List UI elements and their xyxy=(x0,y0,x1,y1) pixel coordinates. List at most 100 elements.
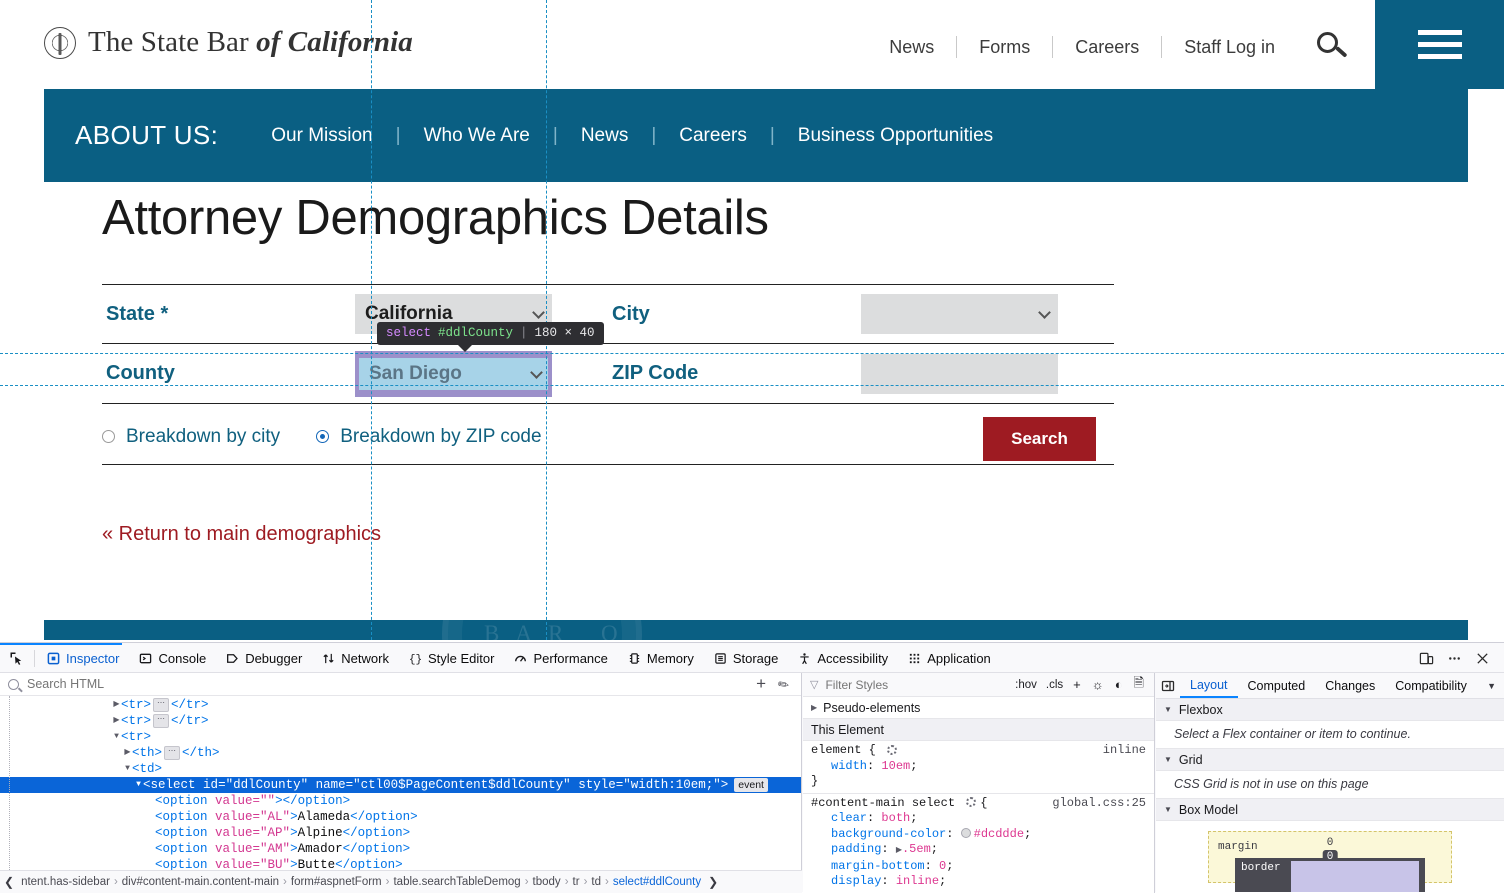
breadcrumb-item[interactable]: ntent.has-sidebar xyxy=(18,876,113,888)
section-nav-who-we-are[interactable]: Who We Are xyxy=(401,125,553,147)
collapse-twisty-expanded-icon[interactable]: ▼ xyxy=(1164,805,1172,814)
attr-value-name[interactable]: "ctl00$PageContent$ddlCounty" xyxy=(353,777,571,793)
tab-changes[interactable]: Changes xyxy=(1315,673,1385,698)
tree-row-tr[interactable]: ▶ <tr> ⋯ </tr> xyxy=(0,713,801,729)
rule-selector[interactable]: #content-main select xyxy=(811,796,955,810)
attr-name-name[interactable]: name xyxy=(316,777,346,793)
tab-network[interactable]: Network xyxy=(312,645,399,672)
contrast-icon[interactable]: ◐ xyxy=(1112,677,1126,692)
tab-performance[interactable]: Performance xyxy=(504,645,617,672)
pseudo-class-hov-button[interactable]: :hov xyxy=(1013,679,1039,691)
expand-twisty-collapsed-icon[interactable]: ▶ xyxy=(811,703,817,712)
declaration-value[interactable]: both xyxy=(881,811,910,825)
rule-gear-icon[interactable] xyxy=(966,797,976,807)
tab-layout[interactable]: Layout xyxy=(1180,673,1238,698)
util-nav-news[interactable]: News xyxy=(867,37,956,58)
plus-icon[interactable]: + xyxy=(1070,677,1084,692)
attr-name-style[interactable]: style xyxy=(578,777,616,793)
pseudo-elements-section-header[interactable]: ▶ Pseudo-elements xyxy=(803,697,1154,719)
hamburger-menu-icon[interactable] xyxy=(1375,0,1504,89)
search-icon[interactable] xyxy=(1315,30,1349,64)
markup-tree[interactable]: ▶ <tr> ⋯ </tr> ▶ <tr> ⋯ </tr> ▼ <tr> ▶ <… xyxy=(0,696,801,892)
chevron-down-icon[interactable]: ▼ xyxy=(1479,681,1504,691)
zip-select[interactable] xyxy=(861,354,1058,394)
filter-styles-input[interactable] xyxy=(823,677,1008,693)
search-button[interactable]: Search xyxy=(983,417,1096,461)
breadcrumb-item[interactable]: tr xyxy=(570,876,583,888)
declaration-property[interactable]: margin-bottom xyxy=(811,859,925,875)
tab-console[interactable]: Console xyxy=(129,645,216,672)
tab-debugger[interactable]: Debugger xyxy=(216,645,312,672)
class-panel-button[interactable]: .cls xyxy=(1044,679,1065,691)
plus-icon[interactable]: + xyxy=(750,674,772,694)
county-select[interactable]: San Diego xyxy=(355,351,552,397)
tab-storage[interactable]: Storage xyxy=(704,645,789,672)
responsive-design-mode-icon[interactable] xyxy=(1413,646,1439,672)
breadcrumb-scroll-left-icon[interactable]: ❮ xyxy=(0,875,18,889)
box-model-section-header[interactable]: ▼ Box Model xyxy=(1156,799,1504,821)
declaration-value[interactable]: .5em xyxy=(902,842,931,856)
page-icon[interactable]: 🗎 xyxy=(1131,674,1147,696)
tab-accessibility[interactable]: Accessibility xyxy=(788,645,898,672)
grid-section-header[interactable]: ▼ Grid xyxy=(1156,749,1504,771)
tree-row-td-expanded[interactable]: ▼ <td> xyxy=(0,761,801,777)
collapsed-children-icon[interactable]: ⋯ xyxy=(153,698,169,712)
element-picker-icon[interactable] xyxy=(0,645,32,672)
section-nav-careers[interactable]: Careers xyxy=(656,125,770,147)
util-nav-forms[interactable]: Forms xyxy=(957,37,1052,58)
declaration-property[interactable]: width xyxy=(811,759,867,775)
meatball-menu-icon[interactable] xyxy=(1441,646,1467,672)
rule-origin[interactable]: global.css:25 xyxy=(1052,796,1146,812)
declaration-value[interactable]: 10em xyxy=(881,759,910,773)
tree-row-selected-select[interactable]: ▼ <select id="ddlCounty" name="ctl00$Pag… xyxy=(0,777,801,793)
collapse-twisty-expanded-icon[interactable]: ▼ xyxy=(134,777,143,793)
breadcrumb-item[interactable]: form#aspnetForm xyxy=(288,876,385,888)
tree-row-option[interactable]: <option value="AP">Alpine</option> xyxy=(0,825,801,841)
tab-computed[interactable]: Computed xyxy=(1238,673,1316,698)
color-swatch[interactable] xyxy=(961,828,971,838)
tab-inspector[interactable]: Inspector xyxy=(37,645,129,672)
expand-twisty-collapsed-icon[interactable]: ▶ xyxy=(112,697,121,713)
toggle-sidebar-icon[interactable] xyxy=(1156,673,1180,698)
tree-row-th[interactable]: ▶ <th> ⋯ </th> xyxy=(0,745,801,761)
site-brand-logo[interactable]: The State Bar of California xyxy=(44,26,413,59)
attr-value-id[interactable]: "ddlCounty" xyxy=(226,777,309,793)
declaration-value[interactable]: #dcddde xyxy=(974,827,1024,841)
declaration-property[interactable]: padding xyxy=(811,842,881,858)
declaration-value[interactable]: inline xyxy=(896,874,939,888)
declaration-property[interactable]: display xyxy=(811,874,881,890)
event-badge[interactable]: event xyxy=(734,778,768,792)
breadcrumb-scroll-right-icon[interactable]: ❯ xyxy=(704,875,722,889)
sun-icon[interactable]: ☼ xyxy=(1089,677,1107,692)
breadcrumb-item[interactable]: td xyxy=(588,876,604,888)
tree-row-option[interactable]: <option value=""></option> xyxy=(0,793,801,809)
attr-name-id[interactable]: id xyxy=(203,777,218,793)
close-devtools-icon[interactable] xyxy=(1469,646,1495,672)
tab-application[interactable]: Application xyxy=(898,645,1001,672)
collapse-twisty-expanded-icon[interactable]: ▼ xyxy=(1164,755,1172,764)
breadcrumb-item[interactable]: table.searchTableDemog xyxy=(390,876,523,888)
attr-value-style[interactable]: "width:10em;" xyxy=(623,777,721,793)
util-nav-careers[interactable]: Careers xyxy=(1053,37,1161,58)
tree-row-option[interactable]: <option value="AM">Amador</option> xyxy=(0,841,801,857)
breadcrumb-item[interactable]: div#content-main.content-main xyxy=(119,876,282,888)
declaration-property[interactable]: background-color xyxy=(811,827,946,843)
rule-origin[interactable]: inline xyxy=(1103,743,1146,759)
collapse-twisty-expanded-icon[interactable]: ▼ xyxy=(112,729,121,745)
collapse-twisty-expanded-icon[interactable]: ▼ xyxy=(1164,705,1172,714)
collapsed-children-icon[interactable]: ⋯ xyxy=(164,746,180,760)
return-to-main-demographics-link[interactable]: « Return to main demographics xyxy=(102,523,381,546)
radio-breakdown-by-city[interactable]: Breakdown by city xyxy=(102,426,280,448)
breadcrumb-item[interactable]: tbody xyxy=(530,876,564,888)
tab-compatibility[interactable]: Compatibility xyxy=(1385,673,1477,698)
collapse-twisty-expanded-icon[interactable]: ▼ xyxy=(123,761,132,777)
util-nav-staff-login[interactable]: Staff Log in xyxy=(1162,37,1297,58)
tab-style-editor[interactable]: {} Style Editor xyxy=(399,645,504,672)
tree-row-tr-expanded[interactable]: ▼ <tr> xyxy=(0,729,801,745)
collapsed-children-icon[interactable]: ⋯ xyxy=(153,714,169,728)
radio-breakdown-by-zip[interactable]: Breakdown by ZIP code xyxy=(316,426,541,448)
rule-gear-icon[interactable] xyxy=(887,745,897,755)
expand-twisty-collapsed-icon[interactable]: ▶ xyxy=(123,745,132,761)
section-nav-news[interactable]: News xyxy=(558,125,652,147)
margin-top-value[interactable]: 0 xyxy=(1324,837,1337,849)
